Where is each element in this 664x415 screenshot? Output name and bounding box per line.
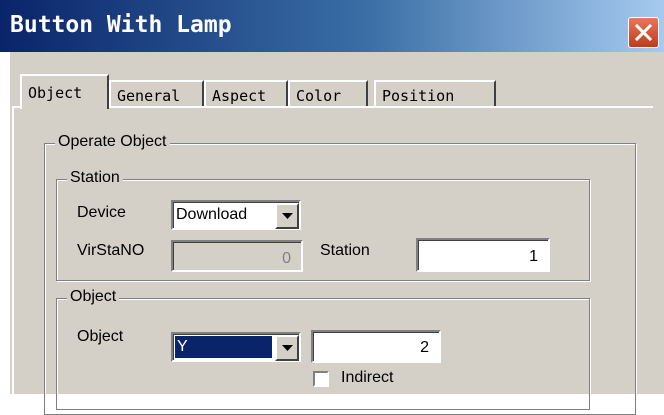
object-number-field[interactable]: 2 [311, 330, 441, 363]
dialog-window: Button With Lamp Object General Aspect C… [0, 0, 664, 415]
station-label: Station [320, 242, 370, 259]
window-title: Button With Lamp [10, 12, 232, 38]
tab-label: General [117, 87, 181, 105]
tab-label: Color [296, 87, 342, 105]
tab-label: Position [382, 87, 455, 105]
station-group-title: Station [67, 169, 123, 187]
tab-aspect[interactable]: Aspect [204, 80, 288, 108]
tab-color[interactable]: Color [288, 80, 368, 108]
station-value: 1 [529, 248, 538, 265]
device-value: Download [176, 206, 248, 223]
device-dropdown[interactable]: Download [171, 200, 301, 230]
object-label: Object [77, 328, 124, 345]
object-type-dropdown-button[interactable] [275, 335, 299, 361]
device-label: Device [77, 204, 126, 221]
object-type-dropdown[interactable]: Y [171, 332, 301, 362]
object-type-value: Y [175, 336, 272, 358]
station-field[interactable]: 1 [416, 238, 550, 272]
indirect-label: Indirect [341, 369, 394, 386]
tab-label: Object [28, 84, 83, 102]
chevron-down-icon [282, 345, 293, 351]
virstano-value: 0 [282, 250, 291, 267]
title-bar[interactable]: Button With Lamp [0, 0, 664, 52]
virstano-field[interactable]: 0 [171, 240, 303, 272]
indirect-checkbox[interactable] [313, 371, 329, 387]
tab-label: Aspect [212, 87, 267, 105]
operate-object-title: Operate Object [55, 133, 170, 151]
virstano-label: VirStaNO [77, 242, 145, 259]
tab-object[interactable]: Object [20, 74, 109, 109]
chevron-down-icon [282, 213, 293, 219]
close-button[interactable] [628, 17, 659, 48]
object-number-value: 2 [420, 339, 429, 356]
device-dropdown-button[interactable] [275, 203, 299, 229]
object-group-title: Object [67, 288, 120, 306]
tab-position[interactable]: Position [374, 80, 496, 108]
close-icon [634, 23, 653, 42]
tab-general[interactable]: General [109, 80, 204, 108]
